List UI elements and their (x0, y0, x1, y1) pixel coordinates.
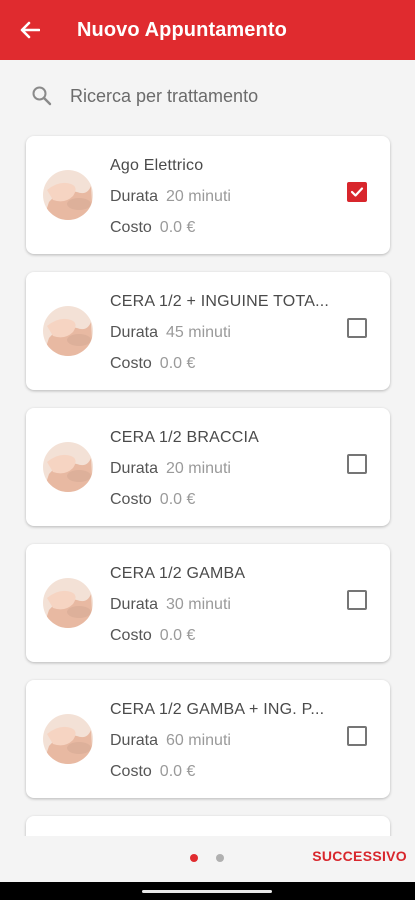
cost-label: Costo (110, 763, 152, 780)
treatment-thumbnail (43, 442, 93, 492)
arrow-left-icon (20, 21, 40, 39)
cost-value: 0.0 € (159, 763, 196, 780)
app-bar: Nuovo Appuntamento (0, 0, 415, 60)
search-input[interactable] (68, 84, 372, 108)
duration-label: Durata (110, 596, 159, 613)
duration-label: Durata (110, 188, 159, 205)
treatment-card[interactable]: CERA 1/2 GAMBA Durata 30 minuti Costo 0.0 … (26, 544, 390, 662)
page-indicator-dot (216, 854, 224, 862)
duration-row: Durata 60 minuti (110, 732, 231, 750)
duration-value: 45 minuti (166, 324, 231, 341)
cost-row: Costo 0.0 € (110, 491, 195, 509)
treatment-name: CERA 1/2 BRACCIA (110, 429, 260, 446)
check-icon (350, 187, 364, 197)
duration-value: 30 minuti (166, 596, 231, 613)
select-checkbox[interactable] (347, 590, 367, 610)
duration-value: 20 minuti (166, 460, 231, 477)
treatment-thumbnail (43, 306, 93, 356)
search-icon (31, 85, 63, 107)
treatment-card[interactable]: CERA 1/2 + INGUINE TOTA... Durata 45 minu… (26, 272, 390, 390)
treatment-thumbnail (43, 578, 93, 628)
select-checkbox[interactable] (347, 182, 367, 202)
treatment-thumbnail (43, 170, 93, 220)
duration-label: Durata (110, 324, 159, 341)
cost-label: Costo (110, 219, 152, 236)
duration-label: Durata (110, 460, 159, 477)
back-button[interactable] (0, 0, 60, 60)
treatment-name: Ago Elettrico (110, 157, 204, 174)
search-bar[interactable] (26, 76, 390, 116)
cost-row: Costo 0.0 € (110, 627, 195, 645)
duration-value: 20 minuti (166, 188, 231, 205)
duration-row: Durata 45 minuti (110, 324, 231, 342)
treatment-name: CERA 1/2 GAMBA (110, 565, 246, 582)
cost-value: 0.0 € (159, 355, 196, 372)
select-checkbox[interactable] (347, 726, 367, 746)
cost-label: Costo (110, 491, 152, 508)
treatment-card[interactable]: CERA 1/2 BRACCIA Durata 20 minuti Costo 0.… (26, 408, 390, 526)
page-title: Nuovo Appuntamento (77, 18, 287, 41)
cost-value: 0.0 € (159, 491, 196, 508)
cost-label: Costo (110, 627, 152, 644)
select-checkbox[interactable] (347, 318, 367, 338)
next-button[interactable]: SUCCESSIVO (312, 848, 407, 864)
cost-row: Costo 0.0 € (110, 219, 195, 237)
duration-row: Durata 30 minuti (110, 596, 231, 614)
cost-row: Costo 0.0 € (110, 355, 195, 373)
cost-label: Costo (110, 355, 152, 372)
bottom-bar: SUCCESSIVO (0, 836, 415, 882)
treatment-name: CERA 1/2 + INGUINE TOTA... (110, 293, 330, 310)
treatment-thumbnail (43, 714, 93, 764)
cost-value: 0.0 € (159, 627, 196, 644)
duration-label: Durata (110, 732, 159, 749)
cost-row: Costo 0.0 € (110, 763, 195, 781)
treatment-name: CERA 1/2 GAMBA + ING. P... (110, 701, 325, 718)
cost-value: 0.0 € (159, 219, 196, 236)
page-indicator-dot-active (190, 854, 198, 862)
system-nav-bar (0, 882, 415, 900)
duration-row: Durata 20 minuti (110, 460, 231, 478)
duration-row: Durata 20 minuti (110, 188, 231, 206)
select-checkbox[interactable] (347, 454, 367, 474)
treatment-card[interactable]: CERA 1/2 GAMBA + ING. P... Durata 60 minu… (26, 680, 390, 798)
treatment-card[interactable]: Ago Elettrico Durata 20 minuti Costo 0.0 € (26, 136, 390, 254)
duration-value: 60 minuti (166, 732, 231, 749)
home-indicator[interactable] (142, 890, 272, 893)
